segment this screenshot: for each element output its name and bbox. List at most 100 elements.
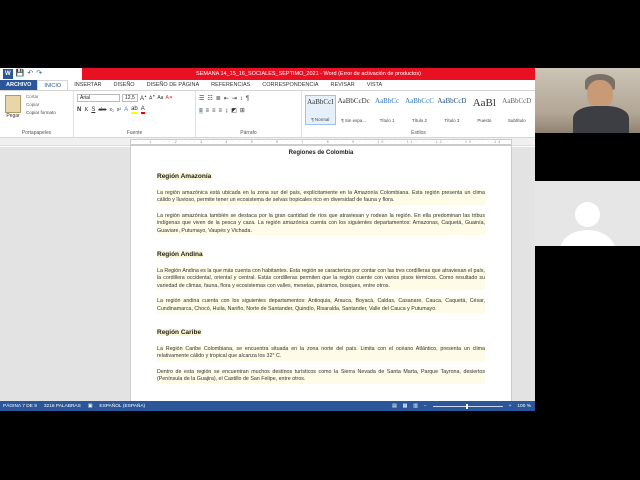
tab-inicio[interactable]: INICIO xyxy=(37,80,69,90)
shrink-font-icon[interactable]: A▼ xyxy=(149,94,155,102)
format-painter-button[interactable]: Copiar formato xyxy=(26,109,56,117)
underline-icon[interactable]: S xyxy=(91,107,95,113)
paragraph: Dentro de esta región se encuentran much… xyxy=(157,368,485,384)
text-effects-icon[interactable]: A xyxy=(124,107,128,113)
style-heading-3[interactable]: AaBbCcD Título 3 xyxy=(437,95,467,125)
paragraph: La Región Caribe Colombiana, se encuentr… xyxy=(157,346,485,361)
participant-body xyxy=(573,106,629,133)
align-left-icon[interactable]: ≡ xyxy=(199,107,203,114)
tab-archivo[interactable]: ARCHIVO xyxy=(0,80,38,90)
superscript-icon[interactable]: x² xyxy=(117,107,121,113)
proofing-icon[interactable]: ▣ xyxy=(88,404,93,409)
paragraph: La Región Andina es la que más cuenta co… xyxy=(157,268,486,291)
zoom-slider-thumb[interactable] xyxy=(465,403,468,409)
clipboard-icon xyxy=(5,95,21,113)
tab-revisar[interactable]: REVISAR xyxy=(325,80,361,90)
sort-icon[interactable]: ↕ xyxy=(240,96,243,102)
tab-referencias[interactable]: REFERENCIAS xyxy=(205,80,256,90)
highlight-icon[interactable]: ab xyxy=(131,106,138,114)
tab-diseno-pagina[interactable]: DISEÑO DE PÁGINA xyxy=(141,80,206,90)
word-logo-icon: W xyxy=(3,69,13,79)
web-layout-icon[interactable]: ▥ xyxy=(413,404,418,409)
status-bar: PÁGINA 7 DE 9 3216 PALABRAS ▣ ESPAÑOL (E… xyxy=(0,401,535,411)
font-color-icon[interactable]: A xyxy=(140,106,145,114)
section-heading: Región Caribe xyxy=(157,329,202,337)
avatar-head-icon xyxy=(575,202,600,227)
grow-font-icon[interactable]: A▲ xyxy=(140,94,147,102)
style-title[interactable]: AaBl Puesto xyxy=(469,95,499,125)
redo-icon[interactable]: ↷ xyxy=(36,69,42,79)
clear-format-icon[interactable]: A✕ xyxy=(165,95,173,101)
participant-face xyxy=(587,80,613,108)
group-label: Portapapeles xyxy=(21,130,52,136)
style-heading-2[interactable]: AaBbCcC Título 2 xyxy=(404,95,434,125)
group-label: Estilos xyxy=(411,130,426,136)
change-case-icon[interactable]: Aa xyxy=(157,95,163,101)
multilevel-list-icon[interactable]: ≣ xyxy=(216,95,221,102)
paste-button[interactable]: Pegar xyxy=(3,93,23,119)
participant-avatar xyxy=(535,181,640,246)
font-name-select[interactable]: Arial xyxy=(77,94,120,102)
tab-correspondencia[interactable]: CORRESPONDENCIA xyxy=(256,80,324,90)
undo-icon[interactable]: ↶ xyxy=(27,69,33,79)
zoom-slider[interactable] xyxy=(432,403,503,409)
increase-indent-icon[interactable]: ⇥ xyxy=(232,95,237,102)
copy-button[interactable]: Copiar xyxy=(26,101,56,109)
styles-gallery: AaBbCcI ¶ Normal AaBbCcDc ¶ Sin espa... Aa… xyxy=(305,93,532,125)
strikethrough-icon[interactable]: abc xyxy=(98,107,106,113)
decrease-indent-icon[interactable]: ⇤ xyxy=(224,95,229,102)
zoom-level[interactable]: 100 % xyxy=(517,404,531,409)
participant-video xyxy=(535,68,640,133)
bold-icon[interactable]: N xyxy=(77,107,81,113)
justify-icon[interactable]: ≡ xyxy=(219,108,223,114)
page-count[interactable]: PÁGINA 7 DE 9 xyxy=(3,404,37,409)
language-indicator[interactable]: ESPAÑOL (ESPAÑA) xyxy=(99,404,145,409)
tab-vista[interactable]: VISTA xyxy=(361,80,389,90)
word-window: W 💾 ↶ ↷ SEMANA 14_15_16_SOCIALES_SEPTIMO… xyxy=(0,68,535,411)
shading-icon[interactable]: ◩ xyxy=(231,107,237,114)
cut-button[interactable]: Cortar xyxy=(26,93,56,101)
read-mode-icon[interactable]: ▤ xyxy=(392,404,397,409)
document-area: Regiones de Colombia Región Amazonía La … xyxy=(0,145,535,405)
print-layout-icon[interactable]: ▦ xyxy=(403,404,408,409)
bullets-icon[interactable]: ☰ xyxy=(199,95,204,102)
style-subtitle[interactable]: AaBbCcD Subtítulo xyxy=(502,95,532,125)
borders-icon[interactable]: ⊞ xyxy=(240,107,245,114)
tab-diseno[interactable]: DISEÑO xyxy=(108,80,141,90)
paragraph: La región amazónica está ubicada en la z… xyxy=(157,190,485,205)
subscript-icon[interactable]: x₂ xyxy=(109,107,113,113)
paragraph-group: ☰ ☷ ≣ ⇤ ⇥ ↕ ¶ ≡ ≡ ≡ ≡ ↨ ◩ ⊞ Párrafo xyxy=(196,91,302,137)
style-no-spacing[interactable]: AaBbCcDc ¶ Sin espa... xyxy=(338,95,370,125)
align-center-icon[interactable]: ≡ xyxy=(206,108,210,114)
paragraph: La región amazónica también se destaca p… xyxy=(157,212,485,236)
paragraph: La región andina cuenta con los siguient… xyxy=(157,298,485,314)
group-label: Párrafo xyxy=(240,130,257,136)
save-icon[interactable]: 💾 xyxy=(16,69,25,79)
tab-insertar[interactable]: INSERTAR xyxy=(68,80,107,90)
show-marks-icon[interactable]: ¶ xyxy=(246,96,249,102)
italic-icon[interactable]: K xyxy=(84,107,88,113)
style-heading-1[interactable]: AaBbCc Título 1 xyxy=(372,95,402,125)
section-heading: Región Amazonía xyxy=(157,173,212,180)
zoom-out-icon[interactable]: − xyxy=(424,404,427,409)
align-right-icon[interactable]: ≡ xyxy=(212,108,216,114)
document-title: Regiones de Colombia xyxy=(288,150,354,156)
document-page[interactable]: Regiones de Colombia Región Amazonía La … xyxy=(130,145,512,405)
title-bar: W 💾 ↶ ↷ SEMANA 14_15_16_SOCIALES_SEPTIMO… xyxy=(0,68,535,80)
font-group: Arial 12,5 A▲ A▼ Aa A✕ N K S abc x₂ x² A… xyxy=(74,91,196,137)
avatar-body-icon xyxy=(560,230,615,246)
clipboard-group: Pegar Cortar Copiar Copiar formato Porta… xyxy=(0,91,74,137)
numbering-icon[interactable]: ☷ xyxy=(207,95,212,102)
quick-access-toolbar: W 💾 ↶ ↷ xyxy=(0,68,82,80)
zoom-in-icon[interactable]: + xyxy=(509,404,512,409)
ribbon-tabs: ARCHIVO INICIO INSERTAR DISEÑO DISEÑO DE… xyxy=(0,80,535,91)
section-heading: Región Andina xyxy=(157,251,203,259)
style-normal[interactable]: AaBbCcI ¶ Normal xyxy=(305,95,336,125)
window-title: SEMANA 14_15_16_SOCIALES_SEPTIMO_2021 - … xyxy=(82,68,535,80)
line-spacing-icon[interactable]: ↨ xyxy=(225,108,228,114)
styles-group: AaBbCcI ¶ Normal AaBbCcDc ¶ Sin espa... Aa… xyxy=(302,91,535,137)
ribbon: Pegar Cortar Copiar Copiar formato Porta… xyxy=(0,91,535,138)
group-label: Fuente xyxy=(126,130,143,136)
word-count[interactable]: 3216 PALABRAS xyxy=(44,404,81,409)
font-size-select[interactable]: 12,5 xyxy=(122,94,138,102)
